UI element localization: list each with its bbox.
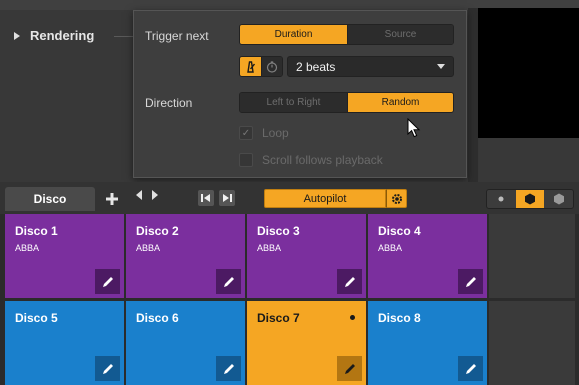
- edit-button[interactable]: [216, 356, 241, 381]
- grid-cell-disco-7[interactable]: Disco 7: [247, 301, 366, 385]
- trigger-mode-buttons: [239, 56, 283, 77]
- trigger-next-label: Trigger next: [145, 29, 209, 43]
- empty-grid-cell: [489, 301, 575, 385]
- edit-button[interactable]: [458, 356, 483, 381]
- metronome-button[interactable]: [240, 57, 261, 76]
- scroll-follows-checkbox[interactable]: Scroll follows playback: [239, 153, 383, 167]
- skip-forward-icon: [223, 194, 232, 202]
- skip-forward-button[interactable]: [219, 190, 235, 206]
- edit-button[interactable]: [458, 269, 483, 294]
- cell-artist: ABBA: [257, 243, 282, 253]
- pencil-icon: [223, 276, 234, 287]
- small-view-button[interactable]: [487, 190, 516, 208]
- deck-toolbar: Disco Autopilot: [0, 182, 579, 214]
- grid-cell-disco-4[interactable]: Disco 4 ABBA: [368, 214, 487, 298]
- stopwatch-icon: [266, 60, 278, 73]
- cell-title: Disco 2: [136, 224, 179, 238]
- grid-cell-disco-6[interactable]: Disco 6: [126, 301, 245, 385]
- cell-title: Disco 1: [15, 224, 58, 238]
- cell-title: Disco 6: [136, 311, 179, 325]
- cell-title: Disco 5: [15, 311, 58, 325]
- loop-checkbox[interactable]: ✓ Loop: [239, 126, 289, 140]
- cell-title: Disco 4: [378, 224, 421, 238]
- section-divider: [114, 36, 134, 37]
- direction-segmented-control: Left to Right Random: [239, 92, 454, 113]
- left-to-right-option[interactable]: Left to Right: [240, 93, 347, 112]
- edit-button[interactable]: [95, 269, 120, 294]
- next-arrow-icon[interactable]: [152, 190, 158, 200]
- pencil-icon: [344, 276, 355, 287]
- tab-disco[interactable]: Disco: [5, 187, 95, 211]
- playing-indicator-dot: [350, 315, 355, 320]
- add-tab-button[interactable]: [101, 188, 123, 210]
- grid-cell-disco-1[interactable]: Disco 1 ABBA: [5, 214, 124, 298]
- scroll-follows-label: Scroll follows playback: [262, 153, 383, 167]
- timer-button[interactable]: [261, 57, 282, 76]
- rendering-section-header[interactable]: Rendering: [14, 28, 94, 43]
- trigger-segmented-control: Duration Source: [239, 24, 454, 45]
- grid-cell-disco-2[interactable]: Disco 2 ABBA: [126, 214, 245, 298]
- hexagon-icon: [525, 193, 535, 205]
- medium-view-button[interactable]: [515, 190, 545, 208]
- direction-label: Direction: [145, 96, 193, 110]
- beats-value: 2 beats: [296, 59, 336, 74]
- empty-grid-cell: [489, 214, 575, 298]
- checkbox-box: [239, 153, 253, 167]
- loop-label: Loop: [262, 126, 289, 140]
- pencil-icon: [465, 363, 476, 374]
- mouse-cursor-icon: [407, 118, 421, 138]
- autopilot-settings-button[interactable]: [386, 189, 407, 208]
- large-view-button[interactable]: [544, 190, 573, 208]
- source-option[interactable]: Source: [347, 25, 453, 44]
- autopilot-button[interactable]: Autopilot: [264, 189, 386, 208]
- plus-icon: [106, 193, 118, 205]
- source-grid: Disco 1 ABBA Disco 2 ABBA Disco 3 ABBA D…: [0, 214, 579, 385]
- edit-button[interactable]: [337, 269, 362, 294]
- cell-title: Disco 8: [378, 311, 421, 325]
- edit-button[interactable]: [95, 356, 120, 381]
- edit-button[interactable]: [216, 269, 241, 294]
- skip-back-icon: [201, 194, 210, 202]
- cell-artist: ABBA: [378, 243, 403, 253]
- pencil-icon: [344, 363, 355, 374]
- autopilot-settings-popup: Trigger next Duration Source 2 beats Dir…: [133, 10, 467, 178]
- edit-button[interactable]: [337, 356, 362, 381]
- pencil-icon: [465, 276, 476, 287]
- pencil-icon: [223, 363, 234, 374]
- grid-cell-disco-8[interactable]: Disco 8: [368, 301, 487, 385]
- cell-title: Disco 7: [257, 311, 300, 325]
- cell-title: Disco 3: [257, 224, 300, 238]
- grid-cell-disco-5[interactable]: Disco 5: [5, 301, 124, 385]
- view-size-toggle: [486, 189, 574, 209]
- duration-option[interactable]: Duration: [240, 25, 347, 44]
- skip-back-button[interactable]: [198, 190, 214, 206]
- previous-arrow-icon[interactable]: [136, 190, 142, 200]
- random-option[interactable]: Random: [347, 93, 453, 112]
- metronome-icon: [247, 60, 256, 73]
- pencil-icon: [102, 276, 113, 287]
- output-preview: [478, 8, 579, 138]
- expand-triangle-icon[interactable]: [14, 31, 20, 40]
- small-dot-icon: [498, 196, 504, 202]
- preview-border: [468, 8, 478, 182]
- grid-cell-disco-3[interactable]: Disco 3 ABBA: [247, 214, 366, 298]
- section-title: Rendering: [30, 28, 95, 43]
- cell-artist: ABBA: [136, 243, 161, 253]
- hexagon-large-icon: [553, 193, 564, 205]
- checkmark-icon: ✓: [239, 126, 253, 140]
- beats-dropdown[interactable]: 2 beats: [287, 56, 454, 77]
- gear-icon: [391, 193, 402, 204]
- cell-artist: ABBA: [15, 243, 40, 253]
- chevron-down-icon: [437, 64, 445, 69]
- pencil-icon: [102, 363, 113, 374]
